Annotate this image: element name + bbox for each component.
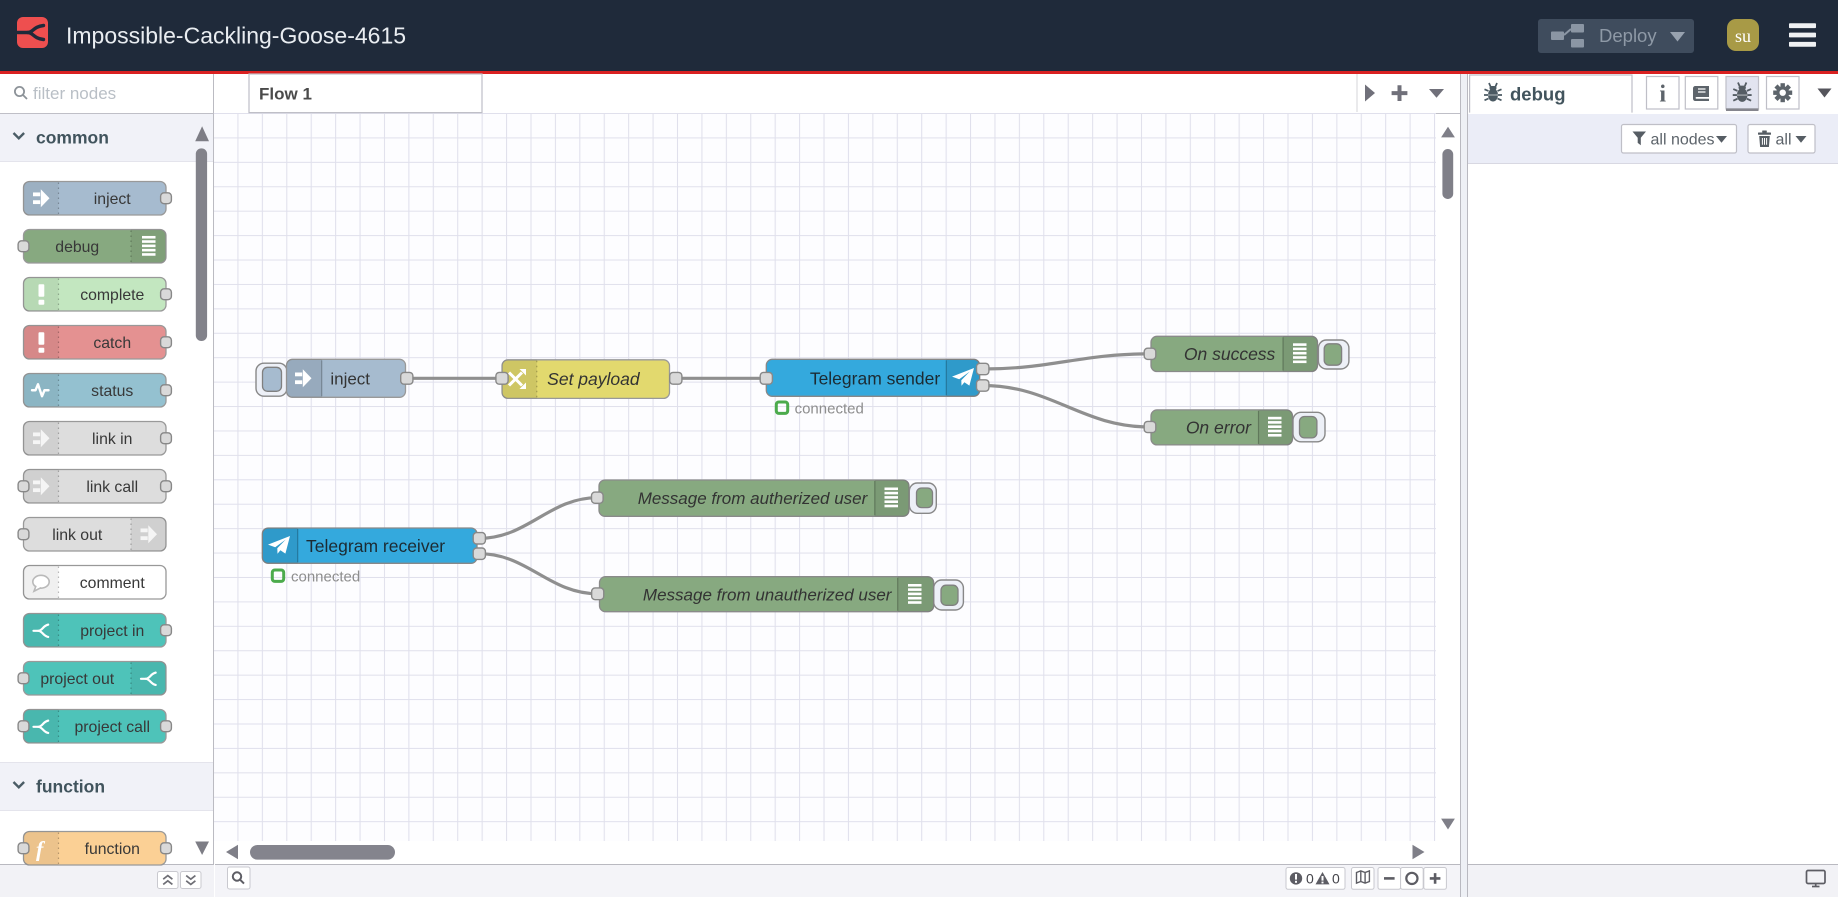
svg-text:Flow 1: Flow 1 [259,85,312,104]
svg-text:link call: link call [86,479,138,496]
svg-text:Telegram receiver: Telegram receiver [306,536,445,556]
svg-text:su: su [1735,26,1751,46]
svg-text:i: i [1659,82,1666,108]
svg-text:debug: debug [1510,84,1566,105]
svg-text:function: function [36,777,105,797]
svg-text:project out: project out [40,671,114,688]
svg-text:project in: project in [80,623,144,640]
svg-text:On success: On success [1184,344,1276,364]
svg-text:link in: link in [92,431,132,448]
svg-text:project call: project call [74,719,150,736]
svg-text:connected: connected [795,401,864,418]
svg-text:all nodes: all nodes [1651,132,1715,149]
svg-text:comment: comment [80,575,146,592]
svg-text:common: common [36,128,109,148]
svg-text:0: 0 [1332,871,1340,887]
svg-text:filter nodes: filter nodes [33,84,116,103]
svg-text:complete: complete [80,287,144,304]
svg-text:Message from autherized user: Message from autherized user [638,489,869,508]
svg-text:debug: debug [55,239,99,256]
svg-text:link out: link out [52,527,103,544]
svg-text:Set payload: Set payload [547,369,641,389]
svg-text:connected: connected [291,569,360,586]
svg-text:all: all [1776,132,1792,149]
svg-text:Impossible-Cackling-Goose-4615: Impossible-Cackling-Goose-4615 [66,23,406,49]
svg-text:Message from unautherized user: Message from unautherized user [643,586,893,605]
svg-text:catch: catch [93,335,131,352]
svg-text:Telegram sender: Telegram sender [810,369,941,389]
svg-text:status: status [91,383,133,400]
svg-text:inject: inject [330,370,370,389]
svg-text:function: function [85,841,140,858]
svg-text:0: 0 [1306,871,1314,887]
svg-text:Deploy: Deploy [1599,25,1657,46]
svg-text:inject: inject [94,191,131,208]
svg-text:On error: On error [1186,417,1252,437]
